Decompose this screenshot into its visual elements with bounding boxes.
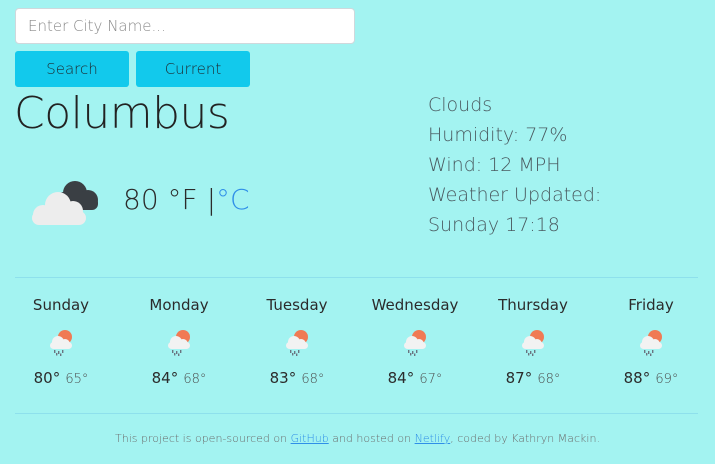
- sun-rain-cloud-icon: [640, 330, 662, 356]
- unit-separator: |: [206, 183, 216, 216]
- forecast-day: Sunday 80° 65°: [2, 296, 120, 387]
- city-name: Columbus: [14, 88, 230, 139]
- forecast-day: Monday 84° 68°: [120, 296, 238, 387]
- forecast-day: Friday 88° 69°: [592, 296, 710, 387]
- forecast-day-name: Friday: [628, 296, 674, 314]
- divider: [15, 277, 698, 278]
- forecast-row: Sunday 80° 65° Monday 84° 68° Tuesday 83…: [0, 296, 715, 406]
- humidity-text: Humidity: 77%: [428, 124, 568, 146]
- forecast-day-name: Monday: [149, 296, 209, 314]
- forecast-high: 84°: [151, 369, 179, 387]
- forecast-low: 67°: [419, 372, 443, 387]
- forecast-day: Wednesday 84° 67°: [356, 296, 474, 387]
- divider: [15, 413, 698, 414]
- fahrenheit-unit: °F: [167, 183, 198, 216]
- forecast-temps: 80° 65°: [2, 368, 120, 387]
- sun-rain-cloud-icon: [522, 330, 544, 356]
- weather-description: Clouds: [428, 94, 493, 116]
- current-location-button[interactable]: Current: [136, 51, 250, 87]
- city-search-input[interactable]: [15, 8, 355, 44]
- temperature-value: 80: [123, 183, 159, 216]
- github-link[interactable]: GitHub: [291, 432, 329, 445]
- forecast-temps: 84° 67°: [356, 368, 474, 387]
- footer-middle: and hosted on: [328, 432, 415, 445]
- forecast-temps: 87° 68°: [474, 368, 592, 387]
- forecast-low: 69°: [655, 372, 679, 387]
- forecast-low: 65°: [65, 372, 89, 387]
- forecast-day-name: Wednesday: [371, 296, 459, 314]
- search-button[interactable]: Search: [15, 51, 129, 87]
- netlify-link[interactable]: Netlify: [415, 432, 451, 445]
- forecast-low: 68°: [183, 372, 207, 387]
- forecast-high: 87°: [505, 369, 533, 387]
- footer-prefix: This project is open-sourced on: [115, 432, 291, 445]
- wind-text: Wind: 12 MPH: [428, 154, 561, 176]
- forecast-day-name: Sunday: [32, 296, 90, 314]
- forecast-day-name: Thursday: [498, 296, 568, 314]
- forecast-high: 84°: [387, 369, 415, 387]
- sun-rain-cloud-icon: [404, 330, 426, 356]
- forecast-day-name: Tuesday: [266, 296, 328, 314]
- forecast-high: 83°: [269, 369, 297, 387]
- forecast-day: Tuesday 83° 68°: [238, 296, 356, 387]
- updated-label: Weather Updated:: [428, 184, 602, 206]
- forecast-temps: 88° 69°: [592, 368, 710, 387]
- current-temperature: 80 °F |°C: [123, 183, 250, 216]
- celsius-toggle-link[interactable]: °C: [216, 183, 250, 216]
- forecast-day: Thursday 87° 68°: [474, 296, 592, 387]
- weather-details: Clouds Humidity: 77% Wind: 12 MPH Weathe…: [428, 90, 601, 240]
- footer-suffix: , coded by Kathryn Mackin.: [450, 432, 600, 445]
- forecast-high: 80°: [33, 369, 61, 387]
- forecast-temps: 83° 68°: [238, 368, 356, 387]
- forecast-low: 68°: [301, 372, 325, 387]
- forecast-low: 68°: [537, 372, 561, 387]
- cloudy-icon: [32, 181, 98, 225]
- updated-time: Sunday 17:18: [428, 214, 560, 236]
- footer: This project is open-sourced on GitHub a…: [0, 432, 715, 445]
- sun-rain-cloud-icon: [286, 330, 308, 356]
- forecast-high: 88°: [623, 369, 651, 387]
- sun-rain-cloud-icon: [50, 330, 72, 356]
- forecast-temps: 84° 68°: [120, 368, 238, 387]
- sun-rain-cloud-icon: [168, 330, 190, 356]
